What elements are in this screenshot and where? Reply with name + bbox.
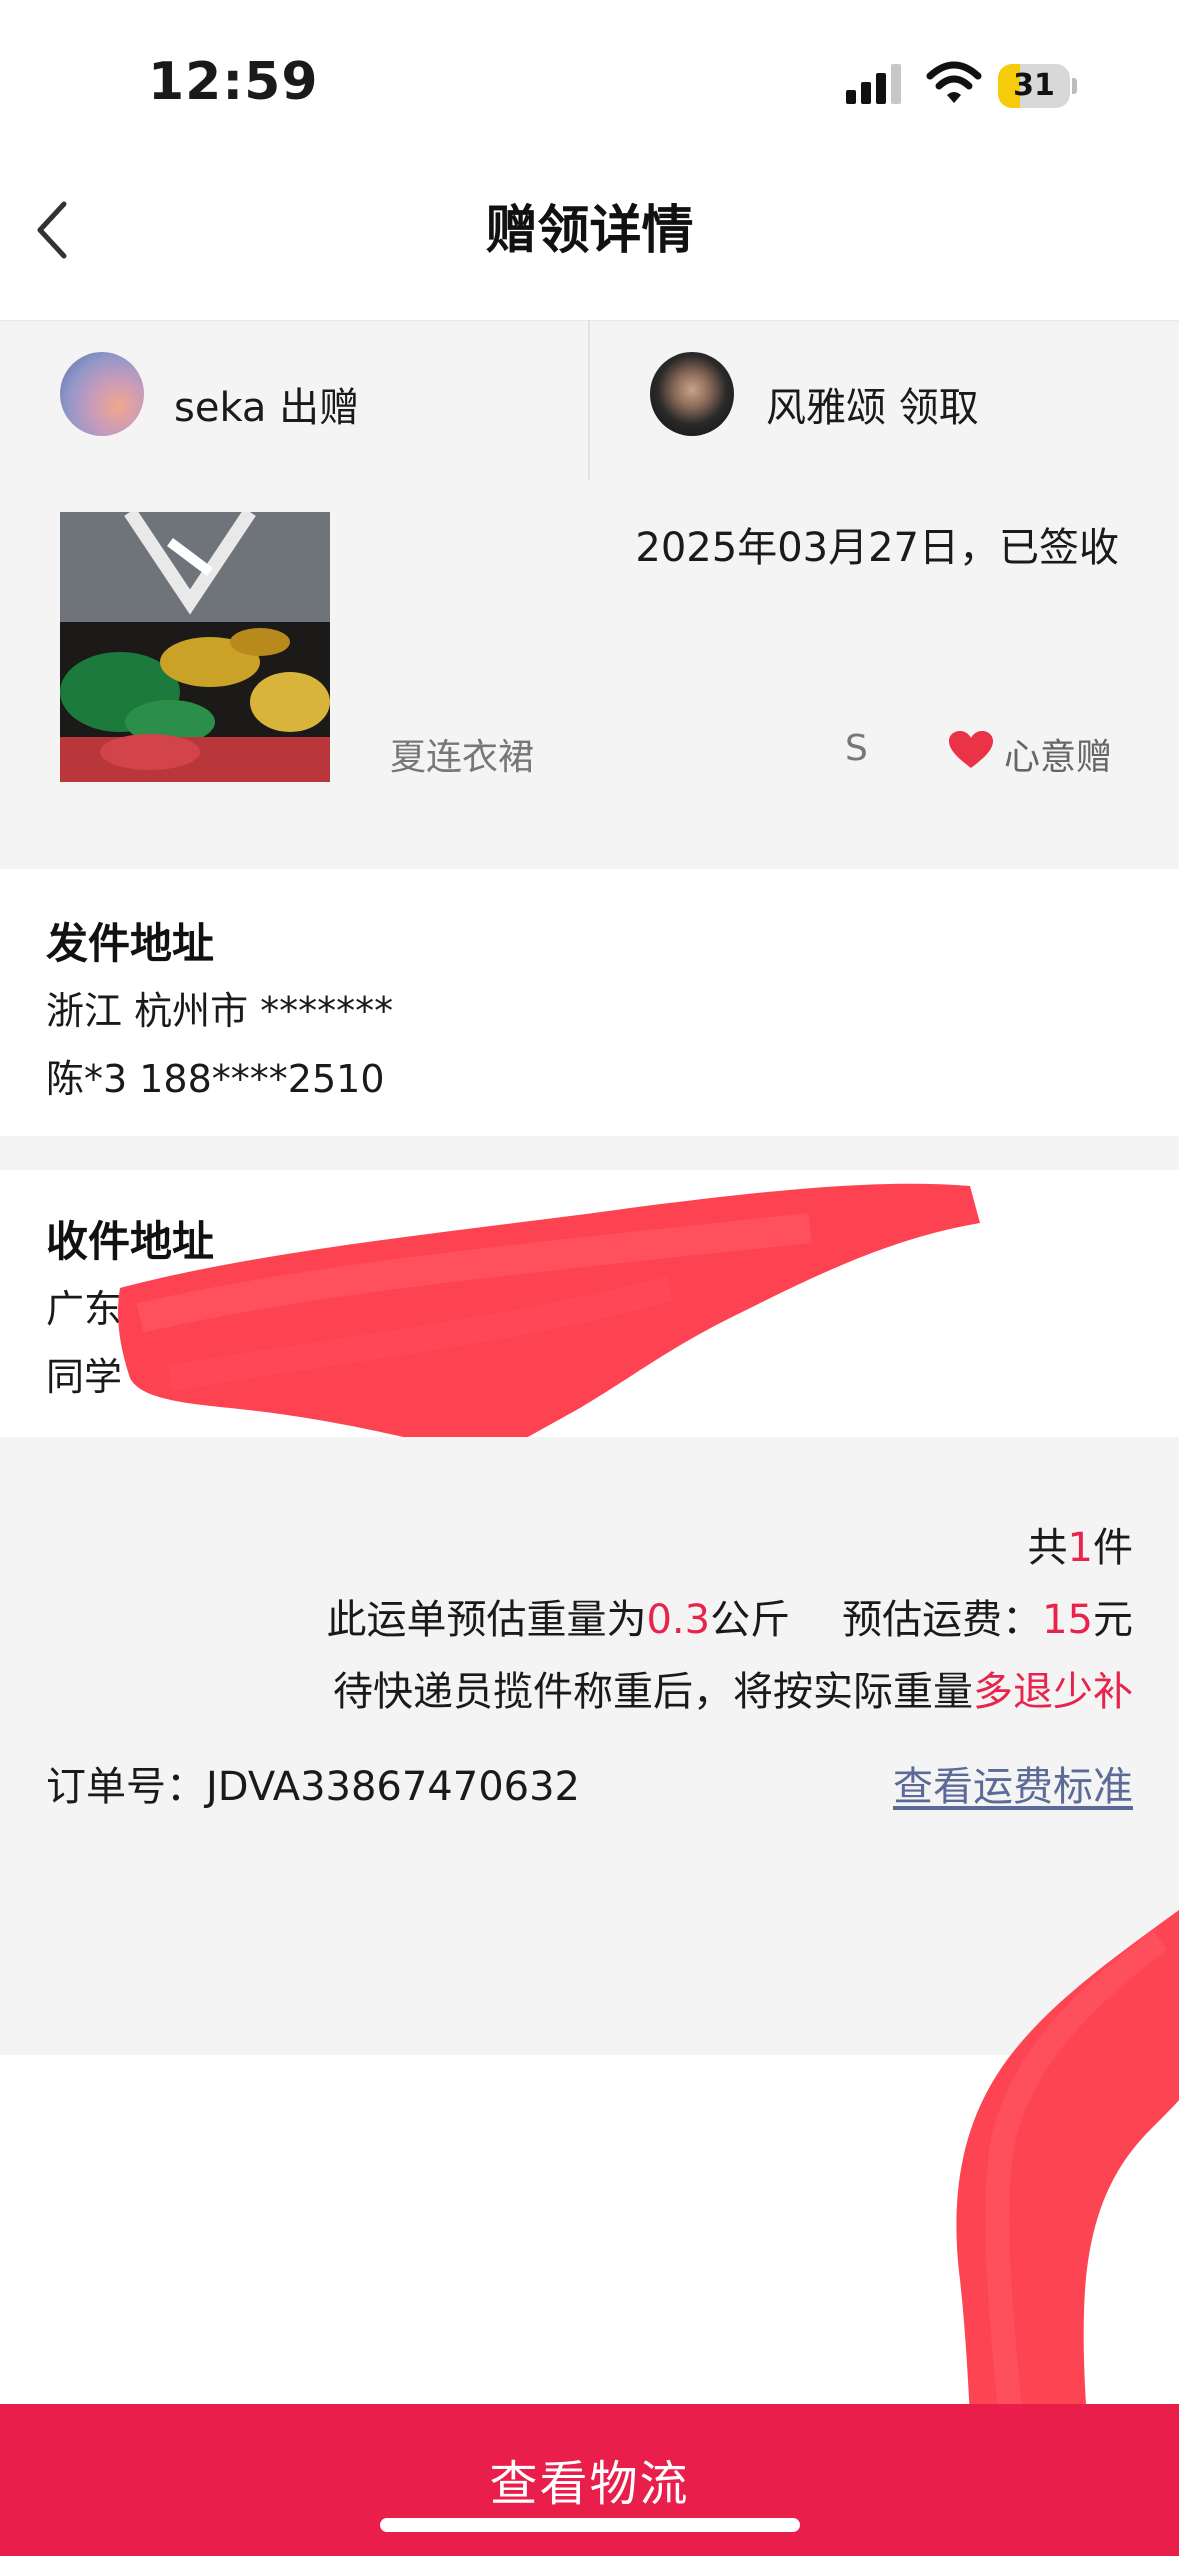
view-logistics-button[interactable]: 查看物流 — [0, 2404, 1179, 2556]
weight-fee-line: 此运单预估重量为0.3公斤 预估运费：15元 — [326, 1597, 1133, 1643]
battery-icon: 31 — [998, 64, 1077, 108]
redaction-scribble — [118, 1183, 981, 1458]
item-count-line: 共1件 — [1027, 1525, 1133, 1571]
estimated-fee: 15 — [1042, 1597, 1093, 1643]
item-name: 夏连衣裙 — [390, 737, 535, 778]
view-logistics-label: 查看物流 — [489, 2456, 690, 2512]
item-size: S — [845, 728, 868, 769]
sender-address-title: 发件地址 — [46, 919, 215, 968]
receiver-avatar[interactable] — [650, 352, 734, 436]
page-title: 赠领详情 — [485, 201, 694, 261]
refund-highlight: 多退少补 — [973, 1669, 1133, 1715]
parties-divider — [588, 320, 590, 480]
order-number: 订单号：JDVA33867470632 — [46, 1764, 581, 1810]
item-count: 1 — [1067, 1525, 1093, 1571]
section-divider — [0, 1136, 1179, 1170]
receiver-label[interactable]: 风雅颂 领取 — [766, 375, 979, 433]
heart-icon — [949, 731, 993, 768]
item-thumbnail[interactable] — [60, 512, 330, 782]
battery-percent: 31 — [1013, 68, 1055, 103]
wifi-icon — [926, 61, 982, 103]
delivery-status-date: 2025年03月27日，已签收 — [635, 525, 1119, 571]
gift-type-label: 心意赠 — [1004, 737, 1113, 778]
refund-policy-line: 待快递员揽件称重后，将按实际重量多退少补 — [333, 1669, 1133, 1715]
giver-label[interactable]: seka 出赠 — [174, 375, 359, 433]
cellular-signal-icon — [846, 64, 901, 104]
sender-region: 浙江 杭州市 ******* — [46, 989, 394, 1033]
home-indicator[interactable] — [380, 2518, 800, 2532]
order-number-value: JDVA33867470632 — [206, 1764, 581, 1810]
status-time: 12:59 — [148, 52, 319, 112]
giver-avatar[interactable] — [60, 352, 144, 436]
fee-standard-link[interactable]: 查看运费标准 — [893, 1754, 1133, 1812]
estimated-weight: 0.3 — [646, 1597, 711, 1643]
sender-contact: 陈*3 188****2510 — [46, 1057, 385, 1101]
